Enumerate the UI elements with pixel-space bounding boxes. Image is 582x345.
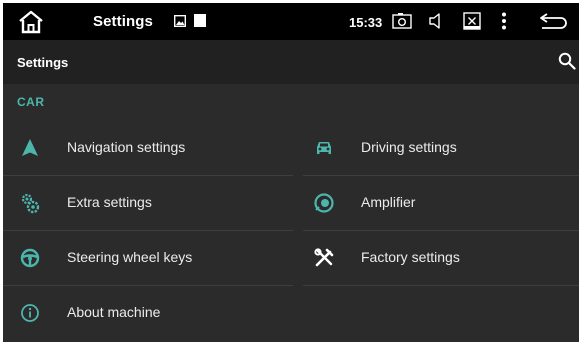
- home-icon[interactable]: [17, 9, 45, 35]
- close-box-icon[interactable]: [463, 12, 481, 30]
- clock: 15:33: [349, 15, 383, 30]
- extra-settings-item[interactable]: Extra settings: [3, 176, 293, 230]
- item-label: Driving settings: [361, 139, 457, 155]
- page-title: Settings: [17, 55, 69, 70]
- speaker-icon: [314, 193, 334, 213]
- status-bar: Settings 15:33: [3, 3, 579, 40]
- volume-icon[interactable]: [427, 12, 443, 30]
- tools-icon: [314, 248, 334, 267]
- item-label: Extra settings: [67, 194, 152, 210]
- back-icon[interactable]: [539, 12, 569, 30]
- camera-icon[interactable]: [392, 12, 412, 30]
- item-label: About machine: [67, 304, 161, 320]
- status-bar-title: Settings: [93, 13, 153, 30]
- item-label: Factory settings: [361, 249, 460, 265]
- image-notification-icon: [174, 15, 186, 27]
- driving-settings-item[interactable]: Driving settings: [297, 121, 579, 175]
- steering-wheel-keys-item[interactable]: Steering wheel keys: [3, 231, 293, 285]
- item-label: Amplifier: [361, 194, 416, 210]
- more-vert-icon[interactable]: [500, 12, 508, 30]
- navigation-arrow-icon: [22, 139, 38, 156]
- search-icon[interactable]: [558, 52, 576, 70]
- steering-wheel-icon: [20, 248, 40, 268]
- section-header-car: CAR: [17, 95, 45, 109]
- amplifier-item[interactable]: Amplifier: [297, 176, 579, 230]
- item-label: Navigation settings: [67, 139, 186, 155]
- gears-icon: [21, 193, 40, 214]
- settings-screen: Settings 15:33 Settings CAR Navigation s…: [3, 3, 579, 342]
- info-icon: [21, 304, 39, 322]
- divider: [303, 285, 579, 286]
- navigation-settings-item[interactable]: Navigation settings: [3, 121, 293, 175]
- item-label: Steering wheel keys: [67, 249, 193, 265]
- about-machine-item[interactable]: About machine: [3, 286, 293, 340]
- app-bar: Settings: [3, 40, 579, 84]
- square-notification-icon: [194, 14, 206, 27]
- factory-settings-item[interactable]: Factory settings: [297, 231, 579, 285]
- car-icon: [317, 142, 331, 154]
